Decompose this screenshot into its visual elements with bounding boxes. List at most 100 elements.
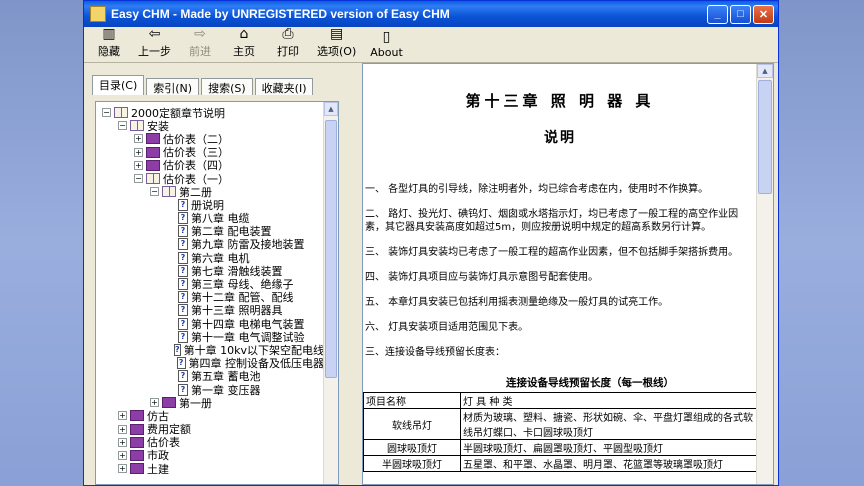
tab-search[interactable]: 搜索(S) [201,78,253,95]
tree-scroll-thumb[interactable] [325,120,337,378]
home-button[interactable]: ⌂ 主页 [229,27,259,62]
minimize-button[interactable]: _ [707,4,728,24]
print-button[interactable]: ⎙ 打印 [273,27,303,62]
tree-node-label: 第一册 [179,396,212,410]
tree-node-label: 土建 [147,462,169,476]
tree-node-label: 2000定额章节说明 [131,106,225,120]
book-icon [130,449,144,461]
tab-index[interactable]: 索引(N) [146,78,200,95]
book-icon [146,133,160,145]
help-page-icon: ? [178,304,188,317]
help-page-icon: ? [178,264,188,277]
chm-window: Easy CHM - Made by UNREGISTERED version … [83,0,779,486]
content-scrollbar[interactable]: ▲ [756,64,773,484]
book-icon [162,397,176,409]
expand-icon[interactable]: + [134,160,143,170]
tree-node[interactable]: + 费用定额 [96,423,324,436]
table-header-row: 项目名称 灯 具 种 类 [363,392,759,409]
options-button[interactable]: ▤ 选项(O) [317,27,356,62]
collapse-icon[interactable]: − [118,121,127,131]
scroll-up-icon[interactable]: ▲ [324,102,338,116]
help-page-icon: ? [178,212,188,225]
tree-node[interactable]: + 市政 [96,449,324,462]
expand-icon[interactable]: + [118,464,127,474]
help-page-icon: ? [178,238,188,251]
options-icon: ▤ [330,26,344,42]
table-cell: 软线吊灯 [363,408,461,440]
home-icon: ⌂ [239,26,249,42]
collapse-icon[interactable]: − [150,187,159,197]
collapse-icon[interactable]: − [134,174,143,184]
tree-node[interactable]: + 估价表 [96,436,324,449]
book-icon [130,423,144,435]
tree-node[interactable]: − 2000定额章节说明 [96,106,324,120]
paragraph: 三、 装饰灯具安装均已考虑了一般工程的超高作业因素，但不包括脚手架搭拆费用。 [365,247,739,258]
content-pane: 第十三章 照 明 器 具 说明 一、 各型灯具的引导线，除注明者外，均已综合考虑… [362,63,774,485]
expand-icon[interactable]: + [118,424,127,434]
table-cell: 圆球吸顶灯 [363,439,461,456]
content-scroll-thumb[interactable] [758,80,772,194]
maximize-button[interactable]: □ [730,4,751,24]
tab-contents[interactable]: 目录(C) [92,75,145,95]
tree-scrollbar[interactable]: ▲ [323,102,338,484]
table-row: 圆球吸顶灯 半圆球吸顶灯、扁圆罩吸顶灯、平圆型吸顶灯 [363,439,759,456]
help-page-icon: ? [178,317,188,330]
help-page-icon: ? [173,343,181,356]
help-page-icon: ? [178,225,188,238]
forward-button[interactable]: ⇨ 前进 [185,27,215,62]
toolbar: ▥ 隐藏 ⇦ 上一步 ⇨ 前进 ⌂ 主页 ⎙ 打印 ▤ 选项(O) ▯ Abou… [84,27,778,63]
table-header: 项目名称 [363,392,461,409]
table-row: 软线吊灯 材质为玻璃、塑料、搪瓷、形状如碗、伞、平盘灯罩组成的各式软线吊灯蝶口、… [363,408,759,440]
expand-icon[interactable]: + [118,411,127,421]
table-row: 半圆球吸顶灯 五星罩、和平罩、水晶罩、明月罩、花篮罩等玻璃罩吸顶灯 [363,455,759,472]
book-icon [130,410,144,422]
help-page-icon: ? [178,278,188,291]
open-book-icon [130,120,144,132]
tree-node[interactable]: + 第一册 [96,396,324,410]
table-cell: 半圆球吸顶灯 [363,455,461,472]
close-button[interactable]: ✕ [753,4,774,24]
back-arrow-icon: ⇦ [148,26,161,42]
help-page-icon: ? [178,370,188,383]
open-book-icon [162,186,176,198]
back-button[interactable]: ⇦ 上一步 [138,27,171,62]
help-page-icon: ? [178,330,188,343]
nav-tabs: 目录(C) 索引(N) 搜索(S) 收藏夹(I) [84,63,358,98]
open-book-icon [114,107,128,119]
help-page-icon: ? [176,357,186,370]
contents-tree-panel: −2000定额章节说明 − 安装 + 估价表（二） + 估价表（三） + 估价表（四） − 估价表（… [95,101,339,485]
title-bar[interactable]: Easy CHM - Made by UNREGISTERED version … [84,1,778,27]
table-caption: 连接设备导线预留长度（每一根线） [506,377,674,389]
table-header: 灯 具 种 类 [460,392,759,409]
collapse-icon[interactable]: − [102,108,111,118]
expand-icon[interactable]: + [150,398,159,408]
paragraph: 四、 装饰灯具项目应与装饰灯具示意图号配套使用。 [365,272,599,283]
help-page-icon: ? [178,291,188,304]
paragraph: 五、 本章灯具安装已包括利用摇表测量绝缘及一般灯具的试亮工作。 [365,297,669,308]
document: 第十三章 照 明 器 具 说明 一、 各型灯具的引导线，除注明者外，均已综合考虑… [363,64,759,484]
navigation-pane: 目录(C) 索引(N) 搜索(S) 收藏夹(I) −2000定额章节说明 − 安装 +… [84,63,358,485]
scroll-up-icon[interactable]: ▲ [757,64,773,78]
book-icon [146,159,160,171]
window-title: Easy CHM - Made by UNREGISTERED version … [111,7,450,21]
about-icon: ▯ [382,29,391,45]
forward-arrow-icon: ⇨ [194,26,206,42]
paragraph: 六、 灯具安装项目适用范围见下表。 [365,322,529,333]
about-button[interactable]: ▯ About [370,30,403,62]
paragraph: 一、 各型灯具的引导线，除注明者外，均已综合考虑在内，使用时不作换算。 [365,184,709,195]
tree-node[interactable]: + 仿古 [96,409,324,423]
expand-icon[interactable]: + [118,437,127,447]
doc-title: 第十三章 照 明 器 具 [465,92,655,110]
contents-tree: −2000定额章节说明 − 安装 + 估价表（二） + 估价表（三） + 估价表（四） − 估价表（… [96,102,324,484]
hide-icon: ▥ [102,26,116,42]
expand-icon[interactable]: + [134,134,143,144]
expand-icon[interactable]: + [118,450,127,460]
hide-button[interactable]: ▥ 隐藏 [94,27,124,62]
expand-icon[interactable]: + [134,147,143,157]
tree-node[interactable]: + 土建 [96,462,324,476]
help-page-icon: ? [178,383,188,396]
lamp-table: 项目名称 灯 具 种 类 软线吊灯 材质为玻璃、塑料、搪瓷、形状如碗、伞、平盘灯… [363,392,759,472]
help-page-icon: ? [178,198,188,211]
tab-favorites[interactable]: 收藏夹(I) [254,78,314,95]
table-cell: 半圆球吸顶灯、扁圆罩吸顶灯、平圆型吸顶灯 [460,439,759,456]
